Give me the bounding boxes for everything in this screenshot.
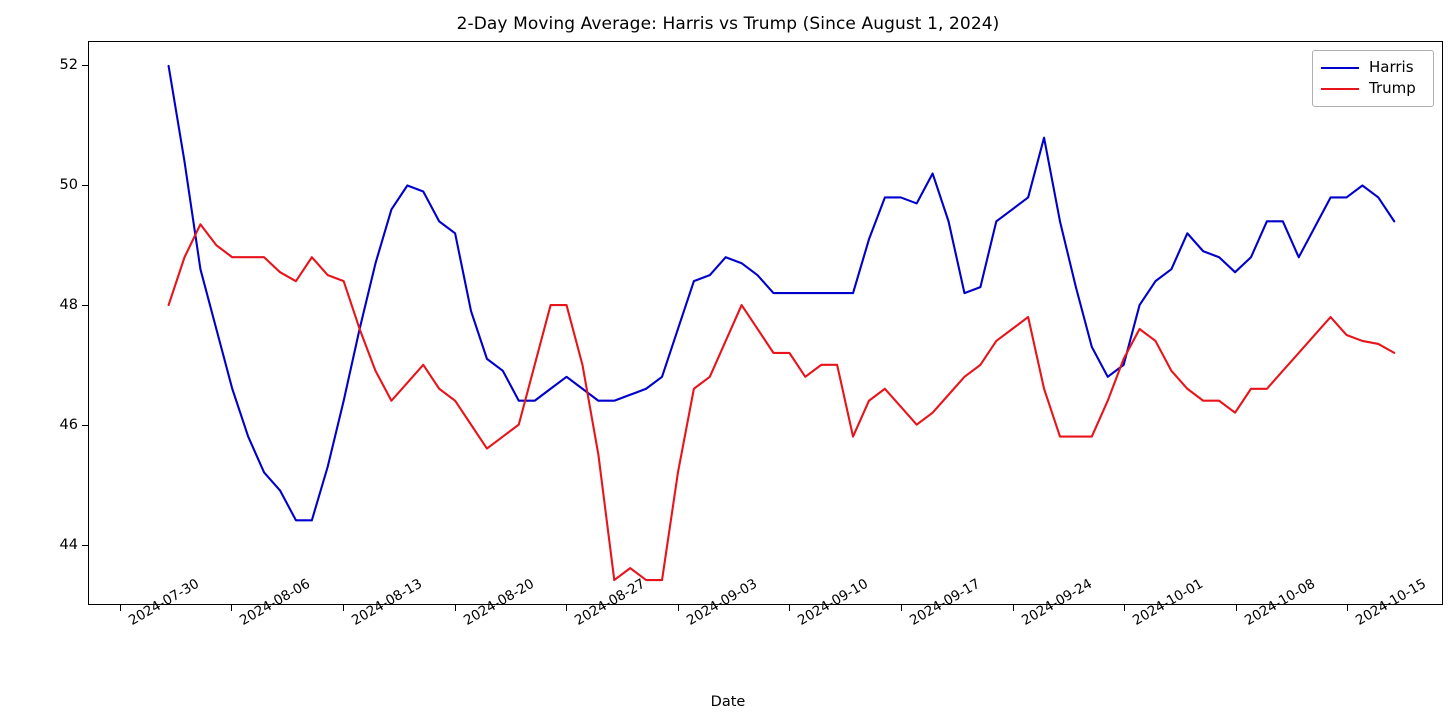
x-axis-tick-mark	[1235, 605, 1237, 611]
x-axis-tick-mark	[119, 605, 121, 611]
series-canvas	[89, 42, 1442, 604]
x-axis-tick-mark	[566, 605, 568, 611]
x-axis-tick-label: 2024-07-30	[126, 576, 202, 629]
x-axis-tick-mark	[789, 605, 791, 611]
x-axis-tick-label: 2024-09-03	[684, 576, 760, 629]
x-axis-tick-mark	[677, 605, 679, 611]
chart-figure: 2-Day Moving Average: Harris vs Trump (S…	[0, 0, 1456, 728]
x-axis-tick-mark	[901, 605, 902, 611]
x-axis-tick-label: 2024-08-27	[572, 576, 648, 629]
y-axis-tick-mark	[82, 305, 88, 306]
y-axis-tick-mark	[82, 425, 88, 426]
y-axis-tick-mark	[82, 65, 88, 66]
legend-item-trump[interactable]: Trump	[1321, 78, 1425, 99]
y-axis-tick-label: 44	[59, 537, 78, 553]
x-axis-tick-mark	[1124, 605, 1126, 611]
x-axis-tick-mark	[343, 605, 345, 611]
legend-label: Harris	[1369, 58, 1414, 76]
x-axis-tick-label: 2024-09-10	[795, 576, 871, 629]
chart-title: 2-Day Moving Average: Harris vs Trump (S…	[456, 14, 1000, 34]
chart-legend: Harris Trump	[1312, 50, 1434, 107]
y-axis-tick-label: 50	[59, 177, 78, 193]
x-axis-tick-mark	[231, 605, 233, 611]
series-line-trump	[169, 224, 1395, 580]
x-axis-tick-label: 2024-10-01	[1130, 576, 1206, 629]
x-axis-tick-label: 2024-09-17	[907, 576, 983, 629]
x-axis-tick-label: 2024-10-08	[1242, 576, 1318, 629]
x-axis-label: Date	[710, 694, 746, 710]
y-axis-tick-mark	[82, 185, 88, 186]
plot-area	[88, 41, 1443, 605]
legend-swatch-trump	[1321, 87, 1359, 90]
y-axis-tick-labels: 44 46 48 50 52	[0, 0, 78, 728]
x-axis-tick-mark	[1012, 605, 1014, 611]
legend-swatch-harris	[1321, 66, 1359, 69]
x-axis-tick-label: 2024-08-20	[461, 576, 537, 629]
y-axis-tick-mark	[82, 545, 88, 546]
y-axis-tick-label: 46	[59, 417, 78, 433]
x-axis-tick-mark	[454, 605, 456, 611]
x-axis-tick-mark	[1347, 605, 1349, 611]
series-line-harris	[169, 66, 1395, 520]
x-axis-tick-label: 2024-09-24	[1019, 576, 1095, 629]
legend-item-harris[interactable]: Harris	[1321, 57, 1425, 78]
y-axis-tick-label: 52	[59, 57, 78, 73]
legend-label: Trump	[1369, 79, 1416, 97]
y-axis-tick-label: 48	[59, 297, 78, 313]
x-axis-tick-label: 2024-08-06	[237, 576, 313, 629]
x-axis-tick-label: 2024-08-13	[349, 576, 425, 629]
x-axis-tick-label: 2024-10-15	[1353, 576, 1429, 629]
